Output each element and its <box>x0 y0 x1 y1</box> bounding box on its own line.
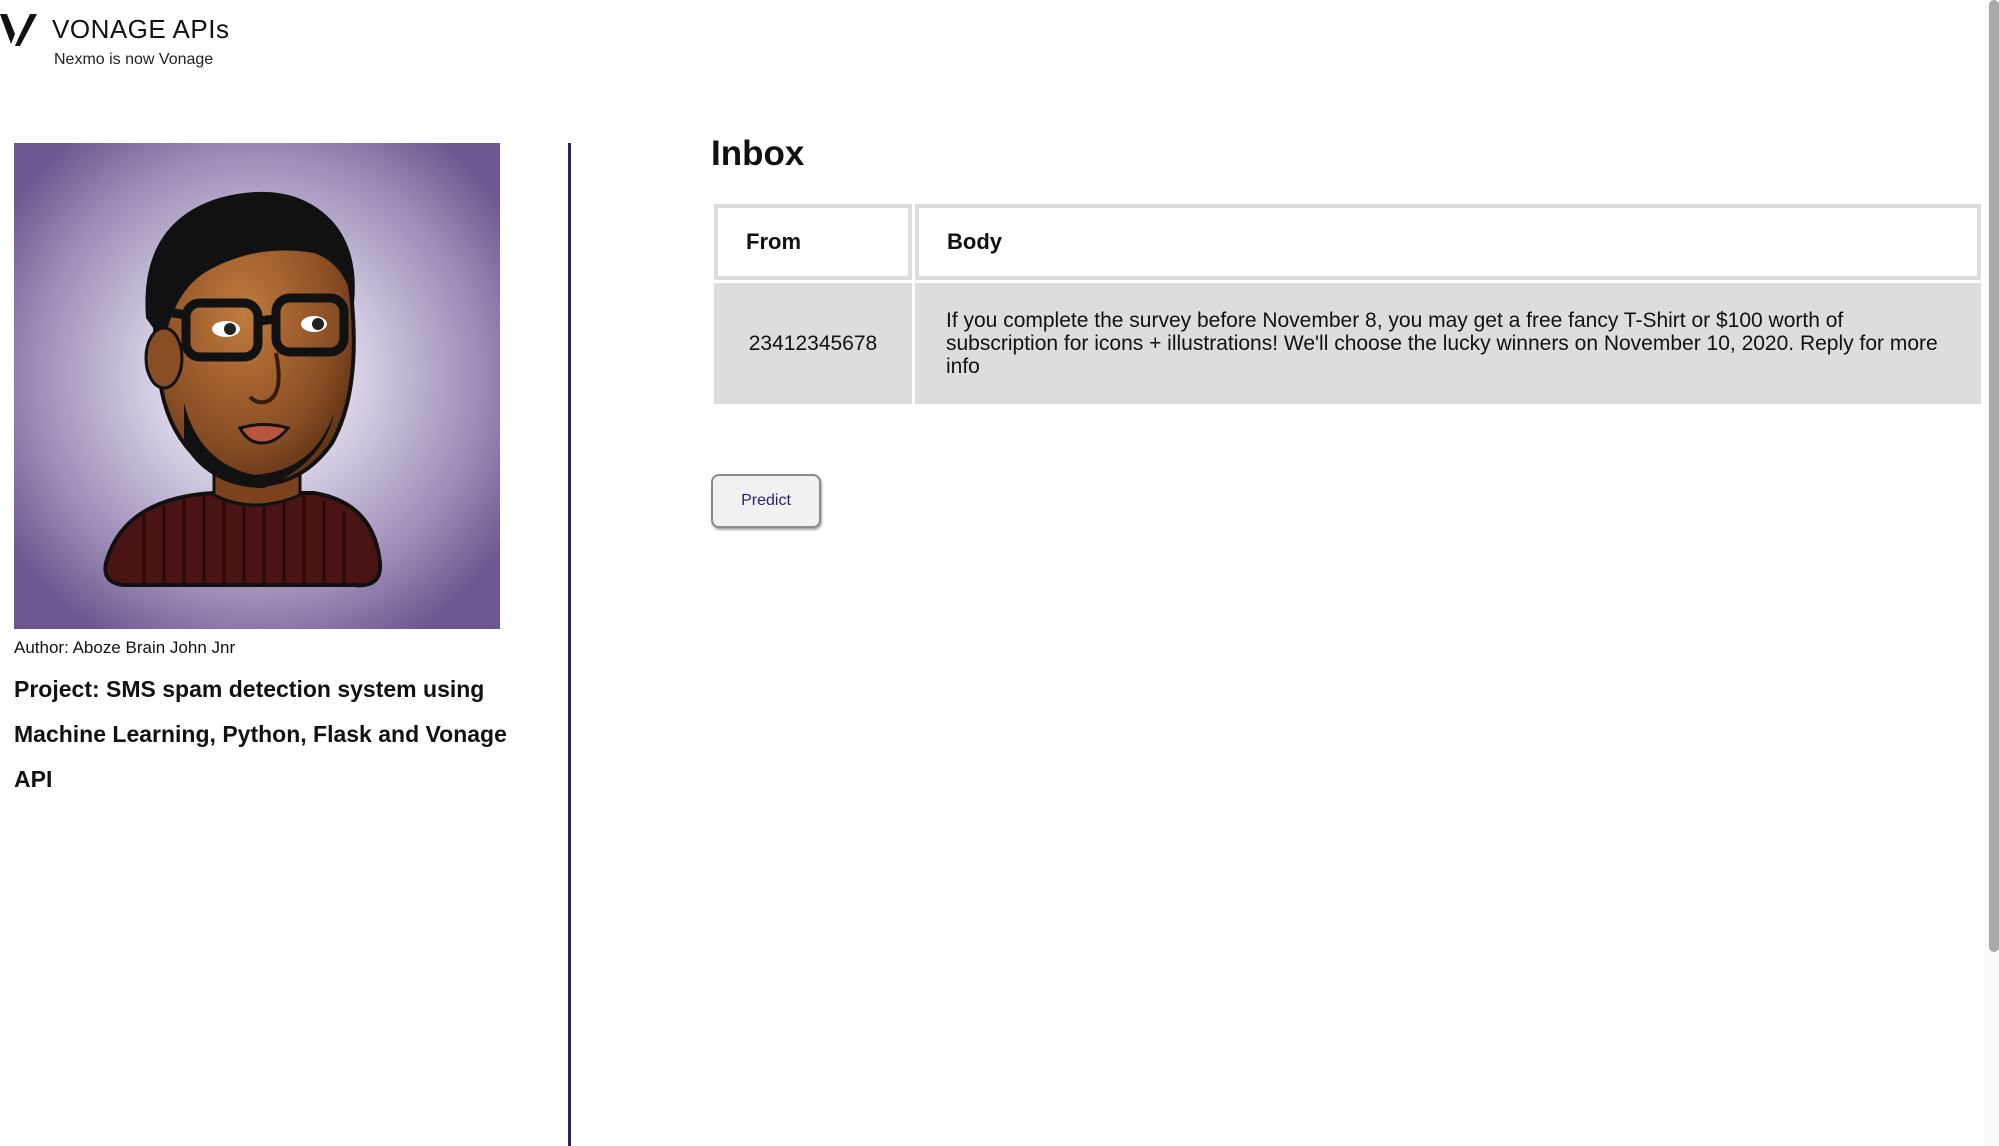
table-header-row: From Body <box>714 204 1981 280</box>
predict-button[interactable]: Predict <box>711 474 821 528</box>
project-title: Project: SMS spam detection system using… <box>14 676 507 792</box>
brand-title: VONAGE APIs <box>52 14 230 44</box>
message-from: 23412345678 <box>714 283 912 404</box>
message-body: If you complete the survey before Novemb… <box>915 283 1981 404</box>
author-credit: Author: Aboze Brain John Jnr <box>14 638 236 657</box>
vonage-v-logo-icon <box>0 14 37 46</box>
author-avatar <box>14 143 500 629</box>
brand-tagline: Nexmo is now Vonage <box>54 51 214 68</box>
page-title: Inbox <box>711 134 805 173</box>
column-header-body: Body <box>915 204 1981 280</box>
author-avatar-illustration-icon <box>14 143 500 629</box>
page: VONAGE APIs Nexmo is now Vonage Author: … <box>0 0 1999 1146</box>
table-row: 23412345678 If you complete the survey b… <box>714 283 1981 404</box>
scrollbar-thumb[interactable] <box>1989 0 1999 952</box>
inbox-table: From Body 23412345678 If you complete th… <box>711 201 1984 407</box>
column-header-from: From <box>714 204 912 280</box>
column-divider <box>568 143 571 1146</box>
